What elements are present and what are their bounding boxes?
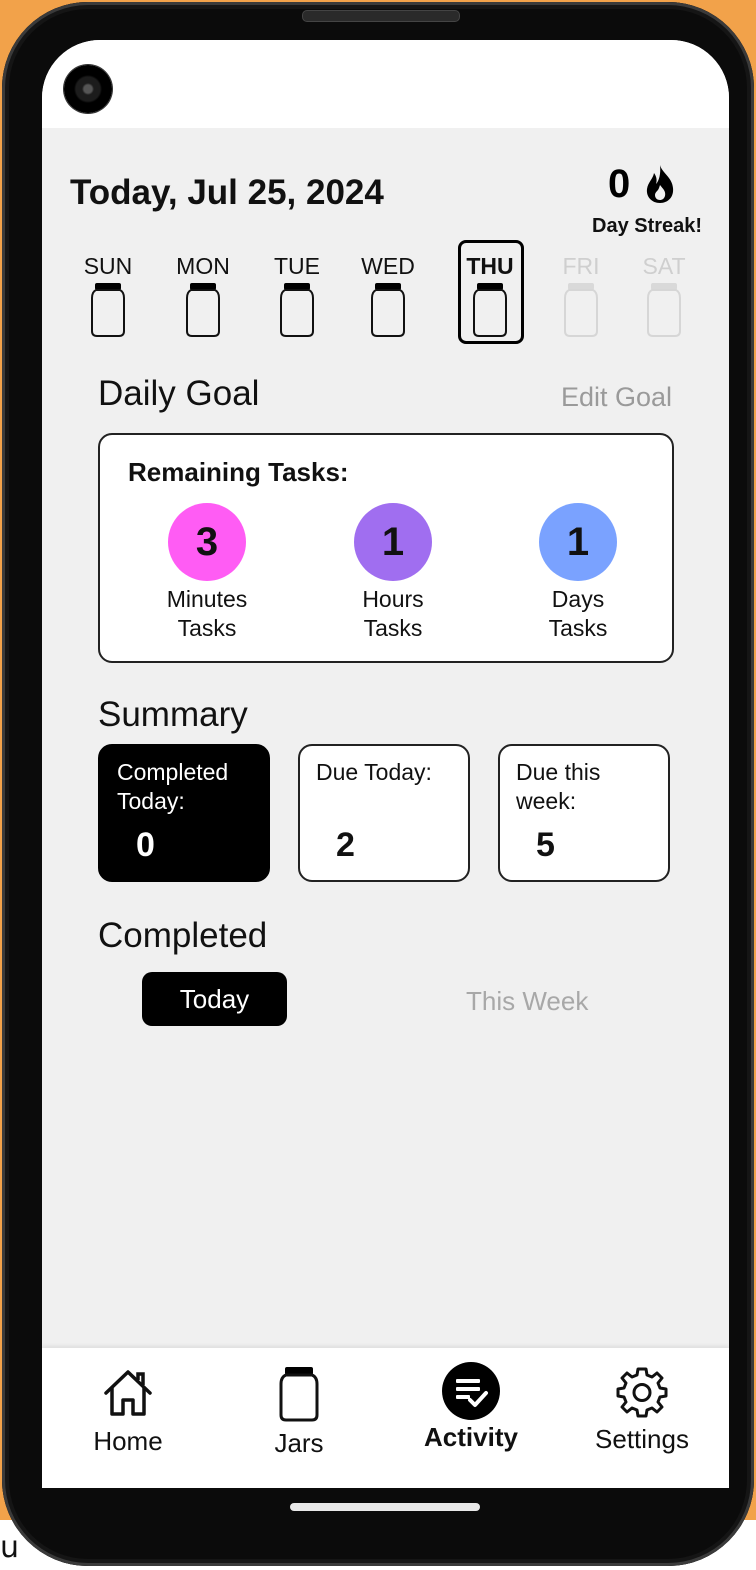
task-label: Hours Tasks: [313, 585, 473, 643]
day-thu[interactable]: THU: [455, 252, 525, 338]
remaining-tasks-heading: Remaining Tasks:: [128, 457, 349, 487]
daily-goal-title: Daily Goal: [98, 374, 260, 413]
summary-card-caption: Due Today:: [316, 759, 432, 785]
task-label-line: Days: [551, 586, 605, 612]
phone-frame: Today, Jul 25, 2024 0 Day Streak! SUN MO…: [2, 2, 754, 1566]
jar-icon: [186, 283, 220, 337]
page-title: Today, Jul 25, 2024: [70, 173, 384, 212]
day-label: SAT: [642, 253, 686, 279]
day-mon[interactable]: MON: [168, 252, 238, 338]
summary-card-value: 2: [336, 826, 355, 864]
nav-settings-label: Settings: [595, 1424, 689, 1454]
summary-card-caption: Due this week:: [516, 759, 601, 814]
day-label: THU: [466, 253, 514, 279]
day-sun[interactable]: SUN: [73, 252, 143, 338]
due-today-card[interactable]: Due Today: 2: [298, 744, 470, 882]
bottom-navigation: Home Jars Activity Settings: [42, 1348, 729, 1488]
task-label-line: Tasks: [363, 615, 423, 641]
day-wed[interactable]: WED: [353, 252, 423, 338]
nav-activity[interactable]: Activity: [396, 1362, 546, 1453]
task-label-line: Tasks: [177, 615, 237, 641]
tab-today[interactable]: Today: [142, 972, 287, 1026]
flame-icon: [646, 165, 674, 203]
days-count-badge: 1: [539, 503, 617, 581]
jar-icon: [91, 283, 125, 337]
jar-icon: [473, 283, 507, 337]
hours-tasks[interactable]: 1 Hours Tasks: [313, 503, 473, 643]
minutes-count-badge: 3: [168, 503, 246, 581]
home-icon: [104, 1370, 152, 1416]
task-label-line: Hours: [362, 586, 424, 612]
jar-icon: [279, 1367, 319, 1422]
remaining-tasks-card: Remaining Tasks: 3 Minutes Tasks 1 Hours…: [98, 433, 674, 663]
gear-icon: [616, 1367, 668, 1418]
summary-card-caption: Completed Today:: [117, 759, 229, 814]
task-label: Minutes Tasks: [127, 585, 287, 643]
background-fragment: u: [0, 1530, 20, 1565]
minutes-tasks[interactable]: 3 Minutes Tasks: [127, 503, 287, 643]
day-label: SUN: [83, 253, 133, 279]
streak-count: 0: [608, 162, 631, 206]
summary-card-value: 5: [536, 826, 555, 864]
nav-settings[interactable]: Settings: [567, 1366, 717, 1455]
due-this-week-card[interactable]: Due this week: 5: [498, 744, 670, 882]
day-label: WED: [361, 253, 415, 279]
nav-home-label: Home: [93, 1426, 163, 1456]
streak-label: Day Streak!: [592, 215, 703, 237]
completed-today-card[interactable]: Completed Today: 0: [98, 744, 270, 882]
day-fri[interactable]: FRI: [546, 252, 616, 338]
jar-icon: [647, 283, 681, 337]
day-label: TUE: [274, 253, 320, 279]
completed-title: Completed: [98, 916, 268, 955]
nav-home[interactable]: Home: [53, 1366, 203, 1457]
jar-icon: [564, 283, 598, 337]
task-label-line: Tasks: [548, 615, 608, 641]
hours-count-badge: 1: [354, 503, 432, 581]
edit-goal-link[interactable]: Edit Goal: [561, 382, 672, 413]
days-tasks[interactable]: 1 Days Tasks: [498, 503, 658, 643]
nav-jars[interactable]: Jars: [224, 1366, 374, 1459]
jar-icon: [371, 283, 405, 337]
app-screen: Today, Jul 25, 2024 0 Day Streak! SUN MO…: [42, 40, 729, 1488]
tab-this-week[interactable]: This Week: [466, 986, 588, 1017]
day-sat[interactable]: SAT: [629, 252, 699, 338]
earpiece-speaker: [302, 10, 460, 22]
task-label: Days Tasks: [498, 585, 658, 643]
summary-card-value: 0: [136, 826, 155, 864]
summary-title: Summary: [98, 695, 248, 734]
nav-jars-label: Jars: [274, 1428, 324, 1458]
jar-icon: [280, 283, 314, 337]
day-label: FRI: [562, 253, 600, 279]
task-label-line: Minutes: [166, 586, 248, 612]
nav-activity-label: Activity: [424, 1422, 518, 1452]
day-label: MON: [176, 253, 230, 279]
camera-icon: [64, 65, 112, 113]
activity-icon: [442, 1362, 500, 1420]
home-indicator[interactable]: [290, 1503, 480, 1511]
day-tue[interactable]: TUE: [262, 252, 332, 338]
status-bar: [42, 40, 729, 128]
